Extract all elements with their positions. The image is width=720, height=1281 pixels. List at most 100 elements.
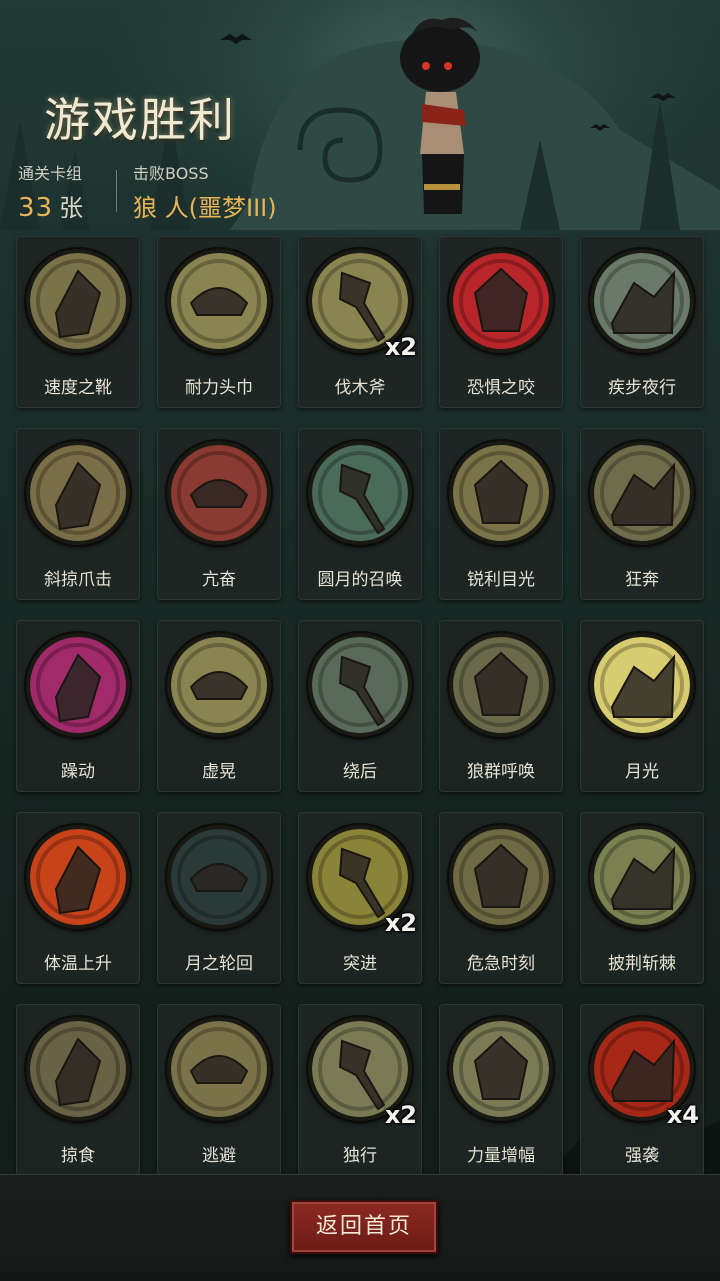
moonlight-icon	[594, 637, 690, 733]
card-11[interactable]: 躁动	[16, 620, 140, 792]
card-medal	[308, 633, 412, 737]
card-15[interactable]: 月光	[580, 620, 704, 792]
dash-icon	[594, 445, 690, 541]
card-10[interactable]: 狂奔	[580, 428, 704, 600]
card-4[interactable]: 恐惧之咬	[439, 236, 563, 408]
frenzy-icon	[171, 445, 267, 541]
card-medal	[590, 825, 694, 929]
card-18[interactable]: x2 突进	[298, 812, 422, 984]
card-medal	[26, 249, 130, 353]
card-medal	[167, 441, 271, 545]
card-medal	[26, 633, 130, 737]
card-16[interactable]: 体温上升	[16, 812, 140, 984]
card-name: 独行	[343, 1146, 377, 1166]
card-name: 逃避	[202, 1146, 236, 1166]
card-name: 狼群呼唤	[467, 762, 535, 782]
card-medal	[449, 249, 553, 353]
card-medal	[26, 825, 130, 929]
card-name: 体温上升	[44, 954, 112, 974]
card-17[interactable]: 月之轮回	[157, 812, 281, 984]
card-medal	[590, 249, 694, 353]
boss-stat: 击败BOSS 狼 人(噩梦III)	[133, 160, 277, 223]
card-name: 危急时刻	[467, 954, 535, 974]
card-name: 虚晃	[202, 762, 236, 782]
card-name: 斜掠爪击	[44, 570, 112, 590]
card-count-badge: x2	[384, 333, 417, 361]
card-count-badge: x2	[384, 909, 417, 937]
card-name: 锐利目光	[467, 570, 535, 590]
card-name: 耐力头巾	[185, 378, 253, 398]
bandana-icon	[171, 253, 267, 349]
card-medal	[167, 1017, 271, 1121]
card-name: 披荆斩棘	[608, 954, 676, 974]
card-21[interactable]: 掠食	[16, 1004, 140, 1176]
card-name: 亢奋	[202, 570, 236, 590]
card-name: 绕后	[343, 762, 377, 782]
card-medal	[167, 249, 271, 353]
card-medal	[167, 633, 271, 737]
card-6[interactable]: 斜掠爪击	[16, 428, 140, 600]
card-grid: 速度之靴 耐力头巾 x2 伐木斧 恐惧之咬 疾步夜行斜掠爪击 亢奋 圆月的召唤 锐利目光 狂奔躁动…	[16, 236, 706, 1176]
deck-stat: 通关卡组 33 张	[18, 160, 83, 223]
night-stride-icon	[594, 253, 690, 349]
card-3[interactable]: x2 伐木斧	[298, 236, 422, 408]
card-medal	[449, 1017, 553, 1121]
fever-icon	[30, 829, 126, 925]
return-home-button[interactable]: 返回首页	[290, 1200, 438, 1254]
claw-slash-icon	[30, 445, 126, 541]
card-20[interactable]: 披荆斩棘	[580, 812, 704, 984]
card-name: 伐木斧	[334, 378, 386, 398]
predator-icon	[30, 1021, 126, 1117]
card-13[interactable]: 绕后	[298, 620, 422, 792]
card-medal	[590, 633, 694, 737]
card-25[interactable]: x4 强袭	[580, 1004, 704, 1176]
card-14[interactable]: 狼群呼唤	[439, 620, 563, 792]
card-name: 月之轮回	[185, 954, 253, 974]
card-name: 月光	[625, 762, 659, 782]
card-medal	[308, 441, 412, 545]
card-name: 疾步夜行	[608, 378, 676, 398]
card-23[interactable]: x2 独行	[298, 1004, 422, 1176]
wolf-howl-icon	[453, 637, 549, 733]
card-1[interactable]: 速度之靴	[16, 236, 140, 408]
sharp-gaze-icon	[453, 445, 549, 541]
card-name: 掠食	[61, 1146, 95, 1166]
card-medal	[26, 441, 130, 545]
card-medal	[167, 825, 271, 929]
boss-label: 击败BOSS	[133, 164, 209, 183]
critical-moment-icon	[453, 829, 549, 925]
escape-icon	[171, 1021, 267, 1117]
feint-icon	[171, 637, 267, 733]
page-title: 游戏胜利	[44, 93, 236, 147]
card-name: 力量增幅	[467, 1146, 535, 1166]
card-name: 狂奔	[625, 570, 659, 590]
deck-unit: 张	[59, 194, 84, 222]
card-9[interactable]: 锐利目光	[439, 428, 563, 600]
card-name: 躁动	[61, 762, 95, 782]
card-2[interactable]: 耐力头巾	[157, 236, 281, 408]
card-5[interactable]: 疾步夜行	[580, 236, 704, 408]
card-8[interactable]: 圆月的召唤	[298, 428, 422, 600]
deck-label: 通关卡组	[18, 164, 83, 183]
card-24[interactable]: 力量增幅	[439, 1004, 563, 1176]
full-moon-call-icon	[312, 445, 408, 541]
deck-count: 33	[18, 193, 54, 223]
boss-name: 狼 人(噩梦III)	[133, 194, 277, 222]
card-22[interactable]: 逃避	[157, 1004, 281, 1176]
card-12[interactable]: 虚晃	[157, 620, 281, 792]
deck-value: 33 张	[18, 188, 83, 223]
moon-phases-icon	[171, 829, 267, 925]
card-name: 突进	[343, 954, 377, 974]
card-medal	[26, 1017, 130, 1121]
card-medal	[449, 633, 553, 737]
card-name: 圆月的召唤	[317, 570, 403, 590]
card-7[interactable]: 亢奋	[157, 428, 281, 600]
flank-icon	[312, 637, 408, 733]
card-name: 恐惧之咬	[467, 378, 535, 398]
blade-icon	[594, 829, 690, 925]
card-19[interactable]: 危急时刻	[439, 812, 563, 984]
boot-icon	[30, 253, 126, 349]
card-medal	[590, 441, 694, 545]
card-name: 强袭	[625, 1146, 659, 1166]
stat-divider	[116, 170, 117, 212]
